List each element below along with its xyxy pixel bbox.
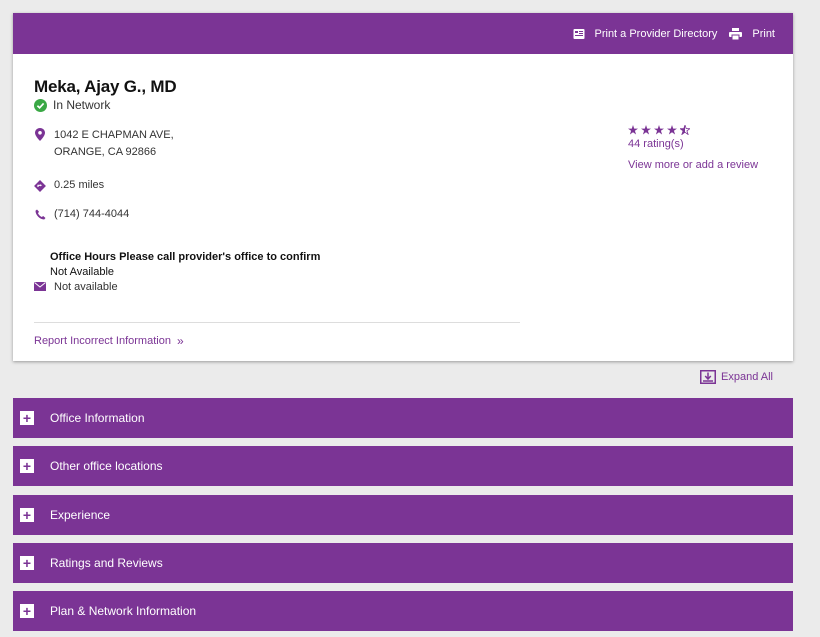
print-link[interactable]: Print (729, 27, 775, 40)
rating-block: 44 rating(s) View more or add a review (628, 125, 758, 171)
divider (34, 322, 520, 323)
star-rating (628, 125, 758, 135)
accordion-experience[interactable]: + Experience (13, 495, 793, 535)
email-value: Not available (54, 281, 118, 293)
half-star-icon (680, 125, 690, 135)
expand-all-icon (700, 370, 716, 384)
office-hours-value: Not Available (50, 266, 115, 278)
accordion-other-office-locations[interactable]: + Other office locations (13, 446, 793, 486)
accordion-label: Office Information (50, 411, 145, 425)
accordion-label: Experience (50, 508, 111, 522)
distance: 0.25 miles (34, 179, 104, 192)
directory-icon (573, 28, 585, 40)
email: Not available (34, 281, 118, 293)
phone-icon (34, 209, 46, 220)
accordion-plan-network-information[interactable]: + Plan & Network Information (13, 591, 793, 631)
office-hours-title: Office Hours Please call provider's offi… (50, 251, 321, 263)
accordion-office-information[interactable]: + Office Information (13, 398, 793, 438)
expand-all-label: Expand All (721, 371, 773, 383)
distance-value: 0.25 miles (54, 179, 105, 191)
phone: (714) 744-4044 (34, 208, 129, 220)
plus-icon: + (20, 604, 34, 618)
accordion-label: Other office locations (50, 459, 163, 473)
address-line-1: 1042 E CHAPMAN AVE, (54, 129, 174, 141)
card-header: Print a Provider Directory Print (13, 13, 793, 54)
star-icon (667, 125, 677, 135)
address-line-2: ORANGE, CA 92866 (54, 146, 157, 158)
expand-all-button[interactable]: Expand All (700, 370, 773, 384)
office-hours: Office Hours Please call provider's offi… (50, 250, 320, 280)
provider-card: Print a Provider Directory Print Meka, A… (13, 13, 793, 361)
accordion-ratings-reviews[interactable]: + Ratings and Reviews (13, 543, 793, 583)
plus-icon: + (20, 459, 34, 473)
view-add-review-link[interactable]: View more or add a review (628, 159, 758, 171)
accordion-label: Ratings and Reviews (50, 556, 163, 570)
star-icon (654, 125, 664, 135)
plus-icon: + (20, 508, 34, 522)
plus-icon: + (20, 556, 34, 570)
directions-icon (34, 180, 46, 192)
star-icon (628, 125, 638, 135)
phone-number[interactable]: (714) 744-4044 (54, 208, 129, 220)
star-icon (641, 125, 651, 135)
accordion-label: Plan & Network Information (50, 604, 197, 618)
map-pin-icon (34, 128, 46, 141)
network-status: In Network (34, 98, 110, 112)
network-status-label: In Network (53, 98, 111, 112)
print-label: Print (752, 27, 775, 40)
rating-count-link[interactable]: 44 rating(s) (628, 138, 758, 150)
double-chevron-right-icon: » (176, 334, 184, 348)
report-incorrect-link[interactable]: Report Incorrect Information » (34, 334, 184, 348)
print-directory-label: Print a Provider Directory (594, 27, 718, 40)
print-directory-link[interactable]: Print a Provider Directory (573, 27, 718, 40)
printer-icon (729, 27, 743, 40)
plus-icon: + (20, 411, 34, 425)
check-circle-icon (34, 98, 47, 112)
address: 1042 E CHAPMAN AVE, ORANGE, CA 92866 (34, 127, 174, 161)
report-incorrect-label: Report Incorrect Information (34, 335, 171, 347)
provider-name: Meka, Ajay G., MD (34, 77, 177, 96)
envelope-icon (34, 282, 46, 291)
